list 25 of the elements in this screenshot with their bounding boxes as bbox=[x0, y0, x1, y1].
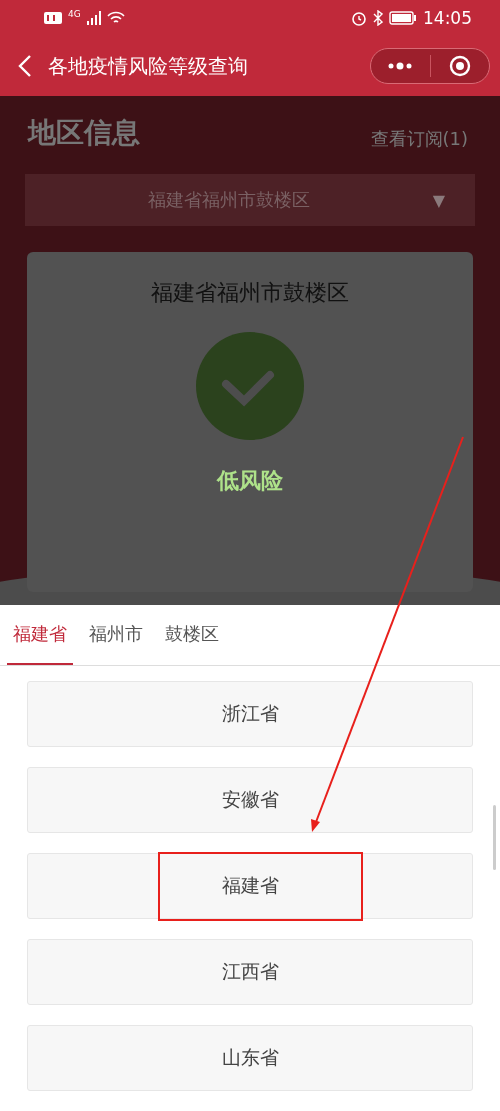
province-option[interactable]: 山东省 bbox=[27, 1025, 473, 1091]
region-tab[interactable]: 福建省 bbox=[7, 605, 73, 665]
province-option[interactable]: 福建省 bbox=[27, 853, 473, 919]
battery-icon bbox=[389, 11, 417, 25]
clock-time: 14:05 bbox=[423, 8, 472, 28]
scrollbar bbox=[493, 805, 496, 870]
province-option[interactable]: 安徽省 bbox=[27, 767, 473, 833]
check-circle-icon bbox=[196, 332, 304, 440]
alarm-icon bbox=[351, 10, 367, 26]
back-icon[interactable] bbox=[18, 54, 32, 78]
province-option[interactable]: 江西省 bbox=[27, 939, 473, 1005]
region-tab[interactable]: 鼓楼区 bbox=[159, 605, 225, 665]
signal-icon bbox=[86, 11, 101, 25]
page-title: 各地疫情风险等级查询 bbox=[48, 52, 249, 80]
risk-level: 低风险 bbox=[217, 467, 283, 495]
province-option[interactable]: 浙江省 bbox=[27, 681, 473, 747]
region-tab[interactable]: 福州市 bbox=[83, 605, 149, 665]
more-icon[interactable] bbox=[387, 62, 414, 70]
bluetooth-icon bbox=[373, 10, 383, 26]
subscriptions-link[interactable]: 查看订阅(1) bbox=[370, 127, 468, 151]
hd-icon bbox=[44, 12, 62, 24]
network-type: 4G bbox=[68, 9, 81, 19]
region-name: 福建省福州市鼓楼区 bbox=[151, 279, 349, 307]
section-title: 地区信息 bbox=[28, 115, 140, 151]
wifi-icon bbox=[106, 11, 125, 25]
